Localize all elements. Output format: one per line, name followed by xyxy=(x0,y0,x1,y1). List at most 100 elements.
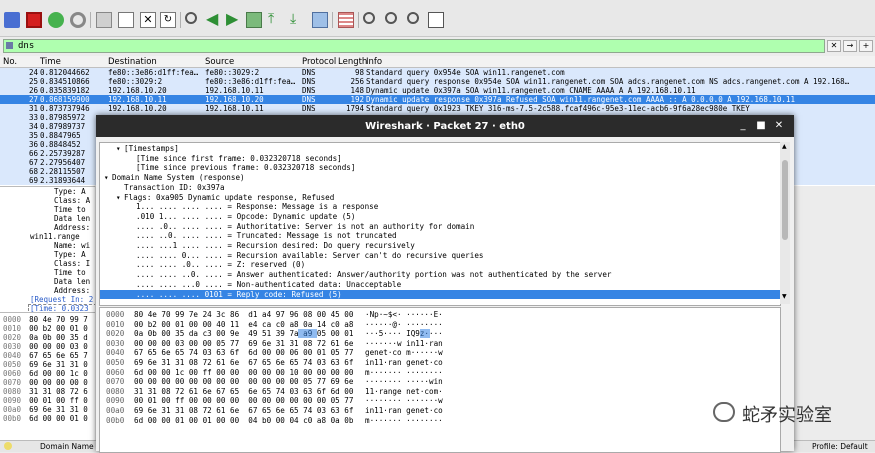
detail-line[interactable]: Class: I xyxy=(54,259,90,268)
clear-filter-icon[interactable]: ✕ xyxy=(827,40,841,52)
tree-leaf[interactable]: Transaction ID: 0x397a xyxy=(100,183,780,192)
detail-line[interactable]: Data len xyxy=(54,277,90,286)
colorize-icon[interactable] xyxy=(338,12,354,28)
column-source[interactable]: Source xyxy=(205,57,234,67)
ascii-values[interactable]: ········ ·····win xyxy=(365,377,443,386)
filter-dropdown-icon[interactable]: + xyxy=(859,40,873,52)
go-back-icon[interactable]: ◀ xyxy=(206,11,222,28)
packet-row[interactable]: 27 0.868159900 192.168.10.11 192.168.10.20 D… xyxy=(0,95,875,104)
hex-values[interactable]: 00 01 00 ff 00 00 00 00 00 00 00 00 00 0… xyxy=(134,396,353,405)
hex-values[interactable]: 0a 0b 00 35 da c3 00 9e 49 51 39 7a a9 0… xyxy=(134,329,353,338)
tree-node[interactable]: ▾ Domain Name System (response) xyxy=(100,173,780,182)
detail-line[interactable]: Address: xyxy=(54,223,90,232)
detail-scrollbar[interactable]: ▲ ▼ xyxy=(780,142,790,304)
hex-values[interactable]: 6d 00 00 1c 00 ff 00 00 00 00 00 10 00 0… xyxy=(134,368,353,377)
hex-values[interactable]: 67 65 6e 65 74 03 63 6f 6d 00 00 06 00 0… xyxy=(134,348,353,357)
tree-node[interactable]: ▾ Flags: 0xa905 Dynamic update response, … xyxy=(100,193,780,202)
hex-line[interactable]: 0050 69 6e 31 31 0 xyxy=(3,360,88,369)
hex-values[interactable]: 00 00 00 03 00 00 05 77 69 6e 31 31 08 7… xyxy=(134,339,353,348)
hex-values[interactable]: 00 b2 00 01 00 00 40 11 e4 ca c0 a8 0a 1… xyxy=(134,320,353,329)
detail-line[interactable]: [Request In: 2 xyxy=(30,295,93,304)
go-forward-icon[interactable]: ▶ xyxy=(226,11,242,28)
expert-info-icon[interactable] xyxy=(4,442,12,450)
tree-leaf[interactable]: .... .... .0.. .... = Z: reserved (0) xyxy=(100,260,780,269)
profile-label[interactable]: Profile: Default xyxy=(812,442,868,451)
resize-columns-icon[interactable] xyxy=(428,12,444,28)
ascii-values[interactable]: ·Np·~$<· ······E· xyxy=(365,310,443,319)
tree-leaf[interactable]: .... ...1 .... .... = Recursion desired:… xyxy=(100,241,780,250)
hex-line[interactable]: 0070 00 00 00 00 0 xyxy=(3,378,88,387)
apply-filter-icon[interactable]: → xyxy=(843,40,857,52)
go-last-packet-icon[interactable]: ⤓ xyxy=(290,12,306,28)
minimize-icon[interactable]: _ xyxy=(736,119,750,133)
ascii-values[interactable]: ········ ·······w xyxy=(365,396,443,405)
open-file-icon[interactable] xyxy=(96,12,112,28)
detail-line[interactable]: Name: wi xyxy=(54,241,90,250)
detail-line[interactable]: Type: A xyxy=(54,250,86,259)
detail-line[interactable]: win11.range xyxy=(30,232,80,241)
scroll-up-icon[interactable]: ▲ xyxy=(782,144,788,150)
stop-capture-icon[interactable] xyxy=(26,12,42,28)
go-first-packet-icon[interactable]: ⤒ xyxy=(268,12,284,28)
capture-options-icon[interactable] xyxy=(70,12,86,28)
ascii-values[interactable]: 11·range net·com· xyxy=(365,387,443,396)
column-no[interactable]: No. xyxy=(3,57,17,67)
hex-values[interactable]: 69 6e 31 31 08 72 61 6e 67 65 6e 65 74 0… xyxy=(134,406,353,415)
tree-leaf[interactable]: .... .... .... 0101 = Reply code: Refuse… xyxy=(100,289,780,299)
tree-leaf[interactable]: .010 1... .... .... = Opcode: Dynamic up… xyxy=(100,212,780,221)
detail-line[interactable]: Time to xyxy=(54,205,86,214)
hex-values[interactable]: 69 6e 31 31 08 72 61 6e 67 65 6e 65 74 0… xyxy=(134,358,353,367)
hex-line[interactable]: 0040 67 65 6e 65 7 xyxy=(3,351,88,360)
close-file-icon[interactable]: ✕ xyxy=(140,12,156,28)
hex-line[interactable]: 0080 31 31 08 72 6 xyxy=(3,387,88,396)
detail-line[interactable]: Address: xyxy=(54,286,90,295)
display-filter-input[interactable]: dns xyxy=(3,39,825,53)
expand-arrow-icon[interactable]: ▾ xyxy=(116,193,124,202)
tree-leaf[interactable]: .... .... 0... .... = Recursion availabl… xyxy=(100,251,780,260)
tree-leaf[interactable]: [Time since previous frame: 0.032320718 … xyxy=(100,163,780,172)
start-capture-icon[interactable] xyxy=(4,12,20,28)
tree-leaf[interactable]: .... .... ..0. .... = Answer authenticat… xyxy=(100,270,780,279)
reload-file-icon[interactable]: ↻ xyxy=(160,12,176,28)
ascii-values[interactable]: m······· ········ xyxy=(365,416,443,425)
tree-leaf[interactable]: [Time since first frame: 0.032320718 sec… xyxy=(100,154,780,163)
detail-line[interactable]: Type: A xyxy=(54,187,86,196)
column-length[interactable]: Length xyxy=(338,57,367,67)
ascii-values[interactable]: ······@· ········ xyxy=(365,320,443,329)
expand-arrow-icon[interactable]: ▾ xyxy=(116,144,124,153)
column-protocol[interactable]: Protocol xyxy=(302,57,336,67)
hex-line[interactable]: 0000 80 4e 70 99 7 xyxy=(3,315,88,324)
maximize-icon[interactable]: ■ xyxy=(754,119,768,133)
ascii-values[interactable]: m······· ········ xyxy=(365,368,443,377)
close-icon[interactable]: ✕ xyxy=(772,119,786,133)
restart-capture-icon[interactable] xyxy=(48,12,64,28)
tree-leaf[interactable]: 1... .... .... .... = Response: Message … xyxy=(100,202,780,211)
window-titlebar[interactable]: Wireshark · Packet 27 · eth0 _ ■ ✕ xyxy=(96,115,794,137)
hex-line[interactable]: 0090 00 01 00 ff 0 xyxy=(3,396,88,405)
ascii-values[interactable]: in11·ran genet·co xyxy=(365,406,443,415)
save-file-icon[interactable] xyxy=(118,12,134,28)
packet-row[interactable]: 31 0.873737946 192.168.10.20 192.168.10.11 D… xyxy=(0,104,875,113)
hex-line[interactable]: 00b0 6d 00 00 01 0 xyxy=(3,414,88,423)
tree-leaf[interactable]: .... .... ...0 .... = Non-authenticated … xyxy=(100,280,780,289)
column-info[interactable]: Info xyxy=(366,57,382,67)
detail-line[interactable]: Class: A xyxy=(54,196,90,205)
packet-row[interactable]: 26 0.835839182 192.168.10.20 192.168.10.11 D… xyxy=(0,86,875,95)
hex-line[interactable]: 00a0 69 6e 31 31 0 xyxy=(3,405,88,414)
hex-values[interactable]: 00 00 00 00 00 00 00 00 00 00 00 00 05 7… xyxy=(134,377,353,386)
ascii-values[interactable]: genet·co m······w xyxy=(365,348,443,357)
ascii-values[interactable]: ·······w in11·ran xyxy=(365,339,443,348)
hex-line[interactable]: 0010 00 b2 00 01 0 xyxy=(3,324,88,333)
tree-node[interactable]: ▾ [Timestamps] xyxy=(100,144,780,153)
tree-leaf[interactable]: .... .0.. .... .... = Authoritative: Ser… xyxy=(100,222,780,231)
column-destination[interactable]: Destination xyxy=(108,57,157,67)
hex-values[interactable]: 80 4e 70 99 7e 24 3c 86 d1 a4 97 96 08 0… xyxy=(134,310,353,319)
detail-line[interactable]: Data len xyxy=(54,214,90,223)
hex-values[interactable]: 31 31 08 72 61 6e 67 65 6e 65 74 03 63 6… xyxy=(134,387,353,396)
column-time[interactable]: Time xyxy=(40,57,61,67)
packet-row[interactable]: 24 0.812044662 fe80::3e86:d1ff:fea… fe80::3… xyxy=(0,68,875,77)
ascii-values[interactable]: in11·ran genet·co xyxy=(365,358,443,367)
zoom-out-icon[interactable] xyxy=(385,12,397,24)
find-packet-icon[interactable] xyxy=(185,12,197,24)
hex-line[interactable]: 0060 6d 00 00 1c 0 xyxy=(3,369,88,378)
